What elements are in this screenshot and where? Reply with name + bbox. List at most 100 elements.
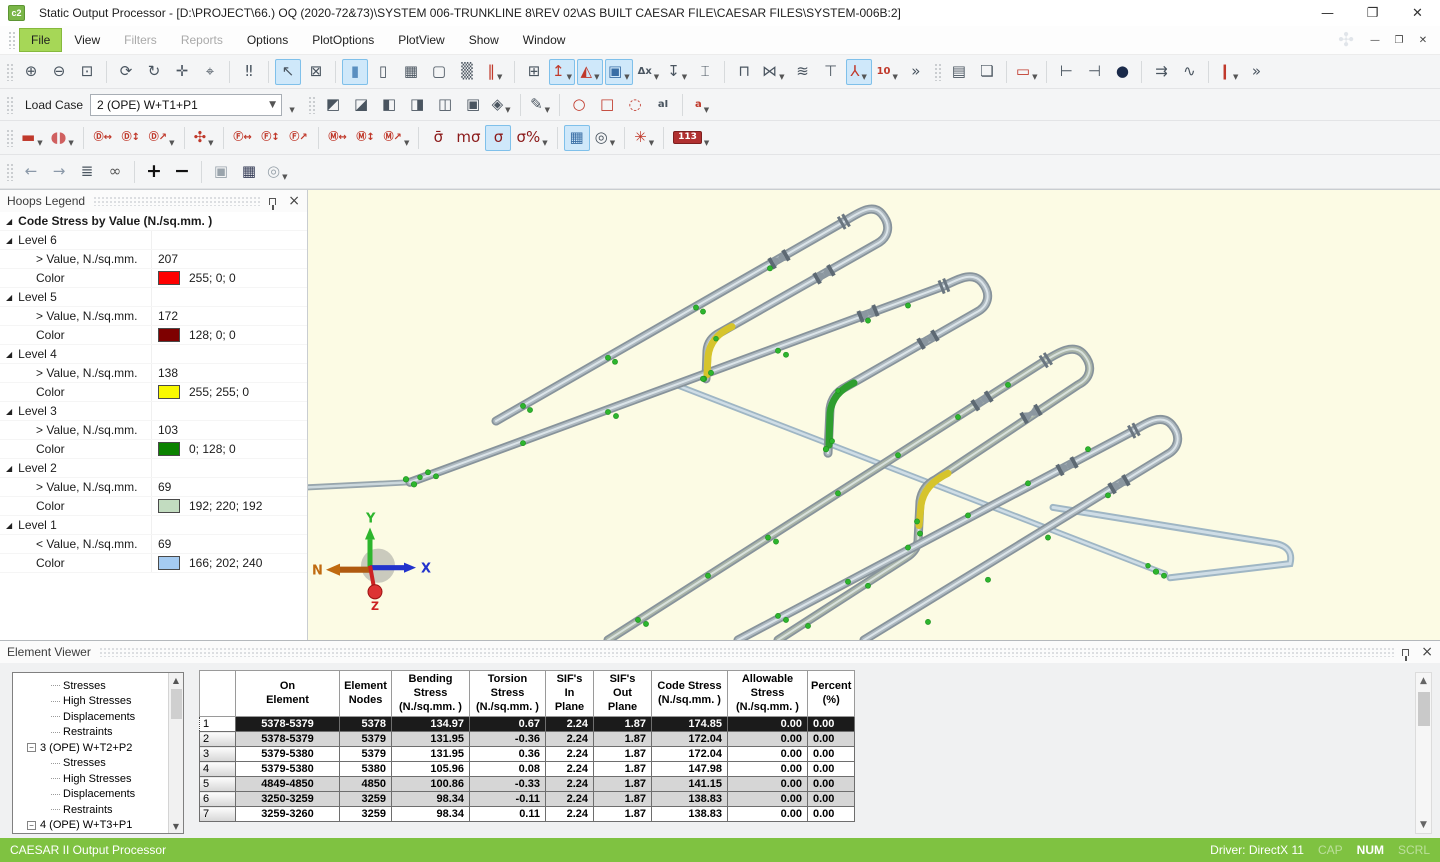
force-z-icon[interactable]: Ⓕ↗ [286,125,312,151]
legend-row-level-4[interactable]: ◢Level 4 [0,345,307,364]
flange-icon[interactable]: ⌶ [692,59,718,85]
length-check-icon[interactable]: ⊢ [1053,59,1079,85]
table-row[interactable]: 54849-48504850100.86-0.332.241.87141.150… [200,777,855,792]
chevron-down-icon[interactable]: ▼ [264,100,281,110]
markup-text-icon[interactable]: aI [650,92,676,118]
collapse-icon[interactable]: ◢ [6,236,12,245]
render-shaded-icon[interactable]: ▯ [370,59,396,85]
table-row[interactable]: 25378-53795379131.95-0.362.241.87172.040… [200,732,855,747]
pan-icon[interactable]: ✛ [169,59,195,85]
menu-item-window[interactable]: Window [511,28,578,52]
delta-icon[interactable]: Δx▼ [635,59,663,85]
zoom-out-icon[interactable]: ⊖ [46,59,72,85]
legend-value-row[interactable]: > Value, N./sq.mm.172 [0,307,307,326]
forward-icon[interactable]: → [46,159,72,185]
decrease-icon[interactable]: − [169,159,195,185]
valve-icon[interactable]: ⋈▼ [759,59,787,85]
toolbox-icon[interactable]: ▤ [946,59,972,85]
tree-expander-icon[interactable]: − [27,743,36,752]
disp-z-icon[interactable]: Ⓓ↗▼ [146,125,178,151]
render-mesh-icon[interactable]: ▦ [398,59,424,85]
find-node-icon[interactable]: ◎▼ [592,125,618,151]
tree-item-restraints[interactable]: Restraints [17,725,168,741]
stress-percent-icon[interactable]: σ%▼ [513,125,550,151]
four-views-icon[interactable]: ⊞ [521,59,547,85]
view-front-icon[interactable]: ◧ [376,92,402,118]
render-outline-icon[interactable]: ▢ [426,59,452,85]
pin-icon[interactable] [1402,649,1409,656]
force-y-icon[interactable]: Ⓕ↕ [258,125,284,151]
back-icon[interactable]: ← [18,159,44,185]
tree-item-stresses[interactable]: Stresses [17,756,168,772]
preview-icon[interactable]: ◎▼ [264,159,290,185]
legend-color-row[interactable]: Color0; 128; 0 [0,440,307,459]
menu-item-plotview[interactable]: PlotView [386,28,456,52]
zoom-window-icon[interactable]: ⊡ [74,59,100,85]
minimize-button[interactable]: — [1305,0,1350,26]
view-iso-se-icon[interactable]: ◪ [348,92,374,118]
legend-row-level-3[interactable]: ◢Level 3 [0,402,307,421]
overflow2-icon[interactable]: » [1243,59,1269,85]
loads-icon[interactable]: ⇉ [1148,59,1174,85]
restraints-icon[interactable]: ↥▼ [549,59,575,85]
table-row[interactable]: 63250-3259325998.34-0.112.241.87138.830.… [200,792,855,807]
legend-value-row[interactable]: > Value, N./sq.mm.69 [0,478,307,497]
save-as-icon[interactable]: ▦ [236,159,262,185]
scroll-up-icon[interactable]: ▲ [1420,673,1427,689]
disp-x-icon[interactable]: Ⓓ↔ [90,125,116,151]
table-row[interactable]: 15378-53795378134.970.672.241.87174.850.… [200,717,855,732]
markup-rect-icon[interactable]: □ [594,92,620,118]
legend-value-row[interactable]: < Value, N./sq.mm.69 [0,535,307,554]
view-iso-sw-icon[interactable]: ◩ [320,92,346,118]
legend-color-row[interactable]: Color255; 0; 0 [0,269,307,288]
model-viewport[interactable]: Y X N Z [308,190,1440,640]
legend-heading[interactable]: ◢Code Stress by Value (N./sq.mm. ) [0,212,307,231]
markup-pen-icon[interactable]: ✎▼ [527,92,553,118]
collapse-icon[interactable]: ◢ [6,217,12,226]
menu-item-show[interactable]: Show [457,28,511,52]
tree-scrollbar[interactable]: ▲ ▼ [168,673,183,833]
legend-row-level-6[interactable]: ◢Level 6 [0,231,307,250]
tree-item-restraints[interactable]: Restraints [17,802,168,818]
collapse-icon[interactable]: ◢ [6,407,12,416]
tree-item-stresses[interactable]: Stresses [17,678,168,694]
table-row[interactable]: 73259-3260325998.340.112.241.87138.830.0… [200,807,855,822]
expansion-joint-icon[interactable]: ≋ [790,59,816,85]
scroll-thumb[interactable] [1418,692,1430,726]
row-number[interactable]: 2 [200,732,236,747]
restore-button[interactable]: ❐ [1350,0,1395,26]
node-axes-icon[interactable]: ⅄▼ [846,59,872,85]
tree-expander-icon[interactable]: − [27,821,36,830]
expand-nodes-icon[interactable]: ✣▼ [191,125,217,151]
anchors-icon[interactable]: ◭▼ [577,59,603,85]
scroll-thumb[interactable] [171,689,182,719]
overflow-icon[interactable]: » [903,59,929,85]
tree-item-3-ope-w-t2-p2[interactable]: −3 (OPE) W+T2+P2 [17,740,168,756]
markup-circle-icon[interactable]: ◌ [622,92,648,118]
markup-ellipse-icon[interactable]: ○ [566,92,592,118]
row-number[interactable]: 7 [200,807,236,822]
tree-item-4-ope-w-t3-p1[interactable]: −4 (OPE) W+T3+P1 [17,818,168,834]
table-scrollbar[interactable]: ▲ ▼ [1415,672,1432,834]
grid-view-icon[interactable]: ▦ [564,125,590,151]
moment-y-icon[interactable]: Ⓜ↕ [353,125,379,151]
load-case-select[interactable]: 2 (OPE) W+T1+P1 ▼ [90,94,282,116]
displacements-icon[interactable]: ▣▼ [605,59,633,85]
collapse-icon[interactable]: ◢ [6,464,12,473]
tee-icon[interactable]: ⊤ [818,59,844,85]
report-icon[interactable]: ≣ [74,159,100,185]
load-case-overflow-icon[interactable]: ▼ [283,92,299,118]
stress-max-icon[interactable]: mσ [453,125,483,151]
table-row[interactable]: 45379-53805380105.960.082.241.87147.980.… [200,762,855,777]
view-back-icon[interactable]: ◨ [404,92,430,118]
tree-item-displacements[interactable]: Displacements [17,709,168,725]
row-number[interactable]: 4 [200,762,236,777]
legend-color-row[interactable]: Color128; 0; 0 [0,326,307,345]
thermometer-icon[interactable]: ❙▼ [1215,59,1241,85]
pipe-render-icon[interactable]: ▬▼ [18,125,46,151]
moment-z-icon[interactable]: Ⓜ↗▼ [381,125,413,151]
scroll-down-icon[interactable]: ▼ [173,819,179,833]
row-number[interactable]: 5 [200,777,236,792]
scroll-up-icon[interactable]: ▲ [173,673,179,687]
legend-value-row[interactable]: > Value, N./sq.mm.207 [0,250,307,269]
